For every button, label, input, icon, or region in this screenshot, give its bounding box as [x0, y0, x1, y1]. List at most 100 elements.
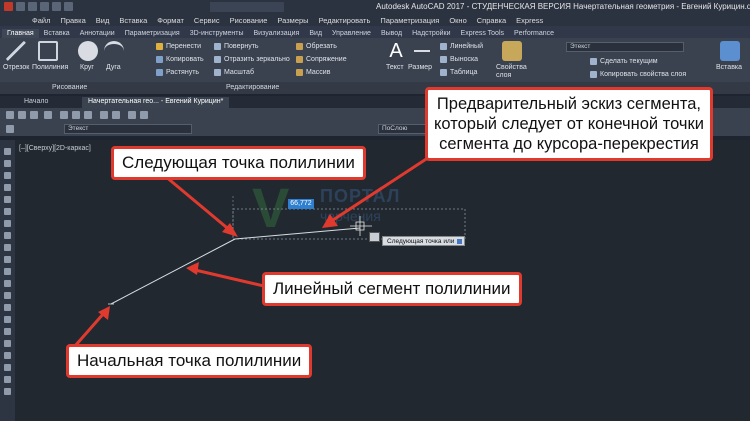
polyline-icon[interactable] [38, 41, 58, 61]
draw-gradient-icon[interactable] [4, 304, 11, 311]
line-tool-label[interactable]: Отрезок [3, 64, 29, 71]
insert-block-icon[interactable] [720, 41, 740, 61]
draw-donut-icon[interactable] [4, 376, 11, 383]
menu-format[interactable]: Формат [157, 16, 184, 25]
panel-modify-title[interactable]: Редактирование [226, 84, 279, 91]
make-current-tool[interactable]: Сделать текущим [590, 58, 658, 65]
draw-table-icon[interactable] [4, 328, 11, 335]
tab-render[interactable]: Визуализация [249, 29, 305, 38]
toolbar-copy-icon[interactable] [72, 111, 80, 119]
open-file-icon[interactable] [28, 2, 37, 11]
array-tool[interactable]: Массив [296, 69, 330, 76]
toolbar-paste-icon[interactable] [84, 111, 92, 119]
new-file-icon[interactable] [16, 2, 25, 11]
draw-xline-icon[interactable] [4, 160, 11, 167]
layer-state-icon[interactable] [6, 125, 14, 133]
dynamic-input-field[interactable]: 66,772 [288, 199, 314, 209]
menu-help[interactable]: Справка [477, 16, 506, 25]
draw-boundary-icon[interactable] [4, 388, 11, 395]
draw-revcloud-icon[interactable] [4, 232, 11, 239]
menu-window[interactable]: Окно [449, 16, 466, 25]
layer-properties-icon[interactable] [502, 41, 522, 61]
toolbar-save-icon[interactable] [30, 111, 38, 119]
menu-tools[interactable]: Сервис [194, 16, 220, 25]
tab-express-tools[interactable]: Express Tools [456, 29, 509, 38]
menu-edit[interactable]: Правка [60, 16, 85, 25]
toolbar-zoom-icon[interactable] [140, 111, 148, 119]
tab-insert[interactable]: Вставка [39, 29, 75, 38]
polyline-tool-label[interactable]: Полилиния [32, 64, 68, 71]
draw-hatch-icon[interactable] [4, 292, 11, 299]
draw-block-icon[interactable] [4, 268, 11, 275]
arc-icon[interactable] [104, 41, 124, 61]
doc-tab-start[interactable]: Начало [18, 97, 54, 108]
redo-icon[interactable] [64, 2, 73, 11]
toolbar-new-icon[interactable] [6, 111, 14, 119]
table-tool[interactable]: Таблица [440, 69, 477, 76]
toolbar-cut-icon[interactable] [60, 111, 68, 119]
mirror-tool[interactable]: Отразить зеркально [214, 56, 290, 63]
tab-addins[interactable]: Надстройки [407, 29, 455, 38]
stretch-tool[interactable]: Растянуть [156, 69, 199, 76]
draw-insert-icon[interactable] [4, 352, 11, 359]
move-tool[interactable]: Перенести [156, 43, 201, 50]
draw-circle-icon[interactable] [4, 220, 11, 227]
toolbar-open-icon[interactable] [18, 111, 26, 119]
tab-parametric[interactable]: Параметризация [120, 29, 185, 38]
text-icon[interactable]: A [386, 41, 406, 61]
draw-wblock-icon[interactable] [4, 364, 11, 371]
draw-region-icon[interactable] [4, 316, 11, 323]
toolbar-print-icon[interactable] [44, 111, 52, 119]
layer-combo[interactable]: Этекст [566, 42, 684, 52]
toolbar-pan-icon[interactable] [128, 111, 136, 119]
tab-manage[interactable]: Управление [327, 29, 376, 38]
menu-draw[interactable]: Рисование [230, 16, 268, 25]
draw-pline-icon[interactable] [4, 172, 11, 179]
fillet-tool[interactable]: Сопряжение [296, 56, 347, 63]
tab-output[interactable]: Вывод [376, 29, 407, 38]
menu-file[interactable]: Файл [32, 16, 50, 25]
tab-home[interactable]: Главная [2, 29, 39, 38]
draw-ellipse-icon[interactable] [4, 256, 11, 263]
menu-dimensions[interactable]: Размеры [277, 16, 308, 25]
circle-icon[interactable] [78, 41, 98, 61]
panel-draw-title[interactable]: Рисование [52, 84, 87, 91]
tab-view[interactable]: Вид [304, 29, 327, 38]
toolbar-redo-icon[interactable] [112, 111, 120, 119]
leader-tool[interactable]: Выноска [440, 56, 478, 63]
linear-dimension-tool[interactable]: Линейный [440, 43, 483, 50]
draw-mtext-icon[interactable] [4, 340, 11, 347]
scale-tool[interactable]: Масштаб [214, 69, 254, 76]
dimension-icon[interactable] [412, 41, 432, 61]
draw-line-icon[interactable] [4, 148, 11, 155]
layer-properties-label[interactable]: Свойства слоя [496, 64, 532, 80]
arc-tool-label[interactable]: Дуга [106, 64, 121, 71]
trim-tool[interactable]: Обрезать [296, 43, 337, 50]
insert-label[interactable]: Вставка [716, 64, 742, 71]
save-icon[interactable] [40, 2, 49, 11]
line-icon[interactable] [6, 41, 26, 61]
tab-3d-tools[interactable]: 3D-инструменты [185, 29, 249, 38]
undo-icon[interactable] [52, 2, 61, 11]
copy-tool[interactable]: Копировать [156, 56, 204, 63]
draw-spline-icon[interactable] [4, 244, 11, 251]
workspace-dropdown[interactable] [210, 2, 284, 12]
text-tool-label[interactable]: Текст [386, 64, 404, 71]
match-layer-tool[interactable]: Копировать свойства слоя [590, 71, 686, 78]
draw-polygon-icon[interactable] [4, 184, 11, 191]
draw-rectangle-icon[interactable] [4, 196, 11, 203]
circle-tool-label[interactable]: Круг [80, 64, 94, 71]
tab-annotate[interactable]: Аннотации [75, 29, 120, 38]
draw-arc-icon[interactable] [4, 208, 11, 215]
dimension-tool-label[interactable]: Размер [408, 64, 432, 71]
rotate-tool[interactable]: Повернуть [214, 43, 259, 50]
doc-tab-drawing[interactable]: Начертательная гео... - Евгений Курицин* [82, 97, 230, 108]
prompt-dropdown-icon[interactable] [457, 239, 463, 244]
menu-parametric[interactable]: Параметризация [380, 16, 439, 25]
menu-view[interactable]: Вид [96, 16, 110, 25]
tab-performance[interactable]: Performance [509, 29, 559, 38]
toolbar-undo-icon[interactable] [100, 111, 108, 119]
draw-point-icon[interactable] [4, 280, 11, 287]
style-combo[interactable]: Этекст [64, 124, 192, 134]
menu-insert[interactable]: Вставка [119, 16, 147, 25]
